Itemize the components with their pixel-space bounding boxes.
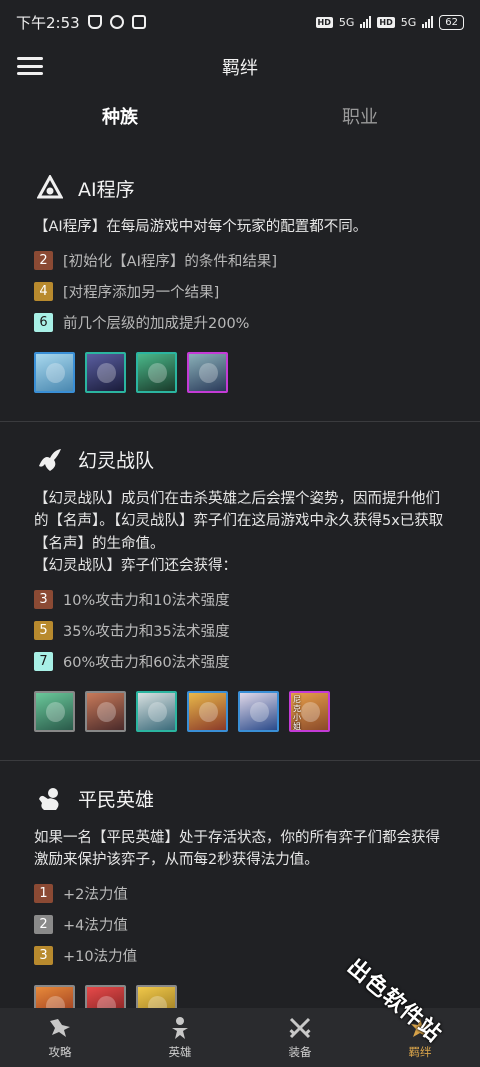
synergy-card-spirit-squad: 幻灵战队 【幻灵战队】成员们在击杀英雄之后会摆个姿势，因而提升他们的【名声】。【… bbox=[0, 422, 480, 761]
tier-count-badge: 3 bbox=[34, 945, 53, 965]
nav-guide[interactable]: 攻略 bbox=[0, 1008, 120, 1067]
tier-count-badge: 4 bbox=[34, 281, 53, 301]
hd-badge-2: HD bbox=[377, 16, 395, 28]
tier-row: 3 10%攻击力和10法术强度 bbox=[34, 584, 446, 615]
signal-icon-2 bbox=[422, 16, 434, 28]
tier-row: 6 前几个层级的加成提升200% bbox=[34, 307, 446, 338]
tab-classes[interactable]: 职业 bbox=[240, 96, 480, 140]
tier-text: 前几个层级的加成提升200% bbox=[63, 315, 250, 332]
synergy-list[interactable]: AI程序 【AI程序】在每局游戏中对每个玩家的配置都不同。 2 [初始化【AI程序… bbox=[0, 150, 480, 1008]
champion-caption: 尼克小姐 bbox=[293, 694, 301, 731]
synergy-title: AI程序 bbox=[78, 178, 135, 201]
hero-flex-icon bbox=[34, 783, 66, 815]
champion-portrait[interactable] bbox=[136, 984, 177, 1008]
champion-portrait[interactable] bbox=[187, 690, 228, 732]
champion-portrait[interactable]: 尼克小姐 bbox=[289, 690, 330, 732]
tier-text: [初始化【AI程序】的条件和结果] bbox=[63, 253, 278, 270]
alarm-icon bbox=[109, 15, 124, 29]
ai-program-icon bbox=[34, 172, 66, 204]
tier-row: 4 [对程序添加另一个结果] bbox=[34, 276, 446, 307]
status-bar: 下午2:53 HD 5G HD 5G 62 bbox=[0, 0, 480, 44]
tier-text: +2法力值 bbox=[63, 886, 128, 903]
nav-label: 英雄 bbox=[168, 1044, 192, 1059]
hamburger-menu-icon[interactable] bbox=[17, 55, 43, 77]
synergy-title: 平民英雄 bbox=[78, 789, 155, 811]
network-label: 5G bbox=[338, 15, 355, 29]
synergy-title: 幻灵战队 bbox=[78, 450, 155, 472]
champion-portrait[interactable] bbox=[85, 351, 126, 393]
champion-portrait[interactable] bbox=[136, 351, 177, 393]
hd-badge: HD bbox=[315, 16, 333, 28]
champion-portrait[interactable] bbox=[238, 690, 279, 732]
battery-icon: 62 bbox=[439, 14, 464, 30]
champion-portrait[interactable] bbox=[34, 984, 75, 1008]
tier-text: +4法力值 bbox=[63, 917, 128, 934]
tier-count-badge: 5 bbox=[34, 620, 53, 640]
tier-row: 2 +4法力值 bbox=[34, 909, 446, 940]
tier-row: 7 60%攻击力和60法术强度 bbox=[34, 646, 446, 677]
synergy-card-hero-commoner: 平民英雄 如果一名【平民英雄】处于存活状态，你的所有弈子们都会获得激励来保护该弈… bbox=[0, 761, 480, 1008]
champion-portrait[interactable] bbox=[85, 984, 126, 1008]
spirit-squad-icon bbox=[34, 444, 66, 476]
app-bar: 羁绊 bbox=[0, 44, 480, 90]
mute-icon bbox=[87, 15, 102, 29]
tier-count-badge: 6 bbox=[34, 312, 53, 332]
tier-count-badge: 2 bbox=[34, 250, 53, 270]
champion-portrait[interactable] bbox=[34, 690, 75, 732]
champion-row: 尼克小姐 bbox=[34, 690, 446, 732]
tab-origins[interactable]: 种族 bbox=[0, 96, 240, 140]
tier-count-badge: 3 bbox=[34, 589, 53, 609]
champion-portrait[interactable] bbox=[85, 690, 126, 732]
champion-row bbox=[34, 351, 446, 393]
tier-row: 1 +2法力值 bbox=[34, 878, 446, 909]
champion-portrait[interactable] bbox=[34, 351, 75, 393]
nfc-icon bbox=[131, 15, 146, 29]
network-label-2: 5G bbox=[400, 15, 417, 29]
status-time: 下午2:53 bbox=[16, 13, 80, 32]
tier-text: 10%攻击力和10法术强度 bbox=[63, 592, 230, 609]
tier-text: +10法力值 bbox=[63, 948, 138, 965]
champion-icon bbox=[168, 1016, 192, 1040]
page-title: 羁绊 bbox=[222, 58, 258, 79]
guide-icon bbox=[48, 1016, 72, 1040]
tier-count-badge: 7 bbox=[34, 651, 53, 671]
synergy-description: 【幻灵战队】成员们在击杀英雄之后会摆个姿势，因而提升他们的【名声】。【幻灵战队】… bbox=[34, 490, 444, 575]
tier-row: 3 +10法力值 bbox=[34, 940, 446, 971]
champion-portrait[interactable] bbox=[136, 690, 177, 732]
tier-text: [对程序添加另一个结果] bbox=[63, 284, 220, 301]
tier-count-badge: 1 bbox=[34, 883, 53, 903]
tier-row: 5 35%攻击力和35法术强度 bbox=[34, 615, 446, 646]
tab-bar: 种族 职业 bbox=[0, 96, 480, 140]
champion-portrait[interactable] bbox=[187, 351, 228, 393]
tier-count-badge: 2 bbox=[34, 914, 53, 934]
synergy-card-ai-program: AI程序 【AI程序】在每局游戏中对每个玩家的配置都不同。 2 [初始化【AI程序… bbox=[0, 150, 480, 422]
tier-text: 35%攻击力和35法术强度 bbox=[63, 623, 230, 640]
tier-row: 2 [初始化【AI程序】的条件和结果] bbox=[34, 245, 446, 276]
synergy-description: 如果一名【平民英雄】处于存活状态，你的所有弈子们都会获得激励来保护该弈子，从而每… bbox=[34, 829, 440, 869]
signal-icon bbox=[360, 16, 372, 28]
tier-text: 60%攻击力和60法术强度 bbox=[63, 654, 230, 671]
synergy-description: 【AI程序】在每局游戏中对每个玩家的配置都不同。 bbox=[34, 219, 368, 235]
nav-label: 攻略 bbox=[48, 1044, 72, 1059]
nav-champions[interactable]: 英雄 bbox=[120, 1008, 240, 1067]
